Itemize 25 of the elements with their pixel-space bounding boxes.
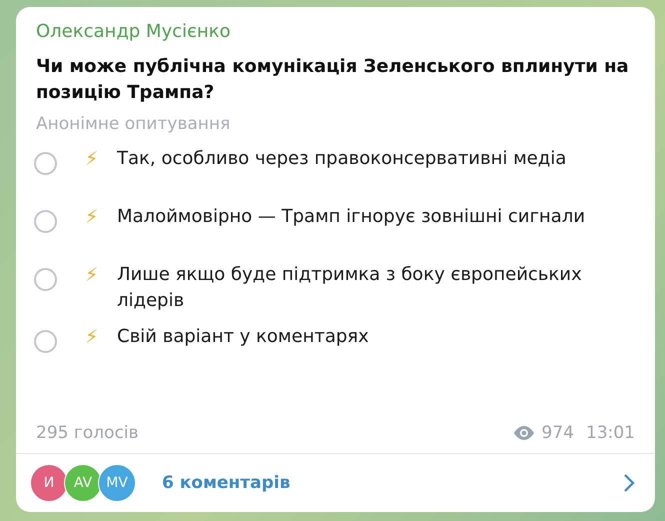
radio-button[interactable] [34, 330, 57, 353]
radio-button[interactable] [34, 268, 57, 291]
radio-button[interactable] [34, 152, 57, 175]
author-name: Олександр Мусієнко [35, 21, 232, 42]
lightning-icon: ⚡ [85, 324, 117, 350]
comments-link[interactable]: 6 коментарів [162, 473, 623, 493]
view-count: 974 [542, 423, 574, 443]
poll-type: Анонімне опитування [35, 113, 232, 134]
lightning-icon: ⚡ [85, 204, 117, 230]
lightning-icon: ⚡ [85, 146, 117, 172]
message-time: 13:01 [586, 423, 635, 443]
avatar: И [30, 464, 68, 502]
option-label[interactable]: Малоймовірно — Трамп ігнорує зовнішні сигнали [117, 204, 586, 230]
option-label[interactable]: Так, особливо через правоконсервативні медіа [117, 146, 566, 172]
poll-question: Чи може публічна комунікація Зеленського вплинути на позицію Трампа? [35, 55, 630, 105]
option-label[interactable]: Лише якщо буде підтримка з боку європейських лідерів [117, 262, 635, 314]
avatar: MV [98, 464, 136, 502]
vote-count: 295 голосів [36, 423, 139, 443]
eye-icon [512, 425, 536, 441]
chevron-right-icon [623, 473, 635, 493]
option-label[interactable]: Свій варіант у коментарях [117, 324, 369, 350]
avatar: AV [64, 464, 102, 502]
lightning-icon: ⚡ [85, 262, 117, 288]
comments-bar[interactable]: И AV MV 6 коментарів [16, 453, 655, 512]
radio-button[interactable] [34, 210, 57, 233]
